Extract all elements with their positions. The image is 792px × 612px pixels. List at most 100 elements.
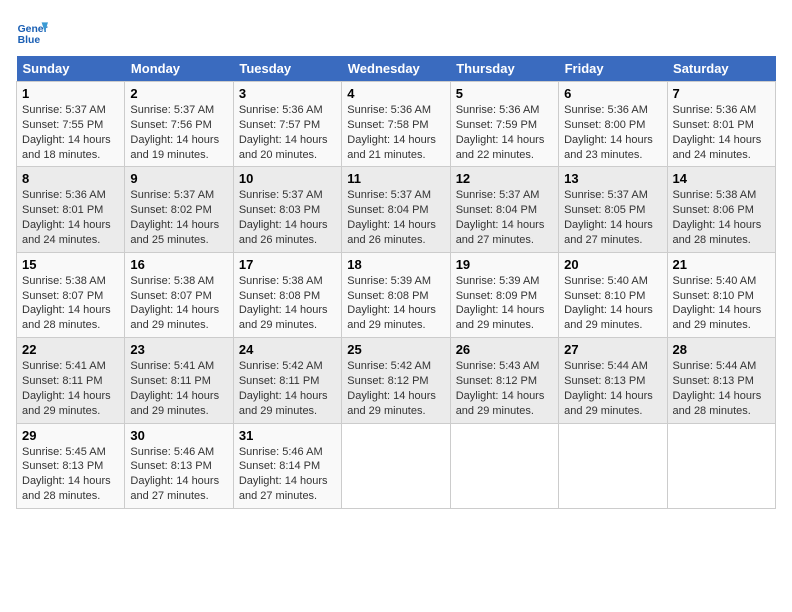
sunrise-label: Sunrise: 5:37 AM <box>239 189 323 201</box>
sunrise-label: Sunrise: 5:36 AM <box>456 104 540 116</box>
day-number: 25 <box>347 342 444 357</box>
day-number: 26 <box>456 342 553 357</box>
daylight-label: Daylight: 14 hours and 24 minutes. <box>22 219 111 246</box>
daylight-label: Daylight: 14 hours and 29 minutes. <box>456 304 545 331</box>
daylight-label: Daylight: 14 hours and 28 minutes. <box>22 475 111 502</box>
calendar-cell: 17 Sunrise: 5:38 AM Sunset: 8:08 PM Dayl… <box>233 252 341 337</box>
day-number: 24 <box>239 342 336 357</box>
header-day-friday: Friday <box>559 56 667 82</box>
sunset-label: Sunset: 8:12 PM <box>456 375 537 387</box>
sunset-label: Sunset: 8:03 PM <box>239 204 320 216</box>
sunset-label: Sunset: 8:04 PM <box>347 204 428 216</box>
daylight-label: Daylight: 14 hours and 29 minutes. <box>564 304 653 331</box>
calendar-week-row: 22 Sunrise: 5:41 AM Sunset: 8:11 PM Dayl… <box>17 338 776 423</box>
daylight-label: Daylight: 14 hours and 23 minutes. <box>564 134 653 161</box>
sunrise-label: Sunrise: 5:36 AM <box>673 104 757 116</box>
day-number: 12 <box>456 171 553 186</box>
calendar-cell: 10 Sunrise: 5:37 AM Sunset: 8:03 PM Dayl… <box>233 167 341 252</box>
sunset-label: Sunset: 8:13 PM <box>564 375 645 387</box>
day-number: 29 <box>22 428 119 443</box>
calendar-cell: 28 Sunrise: 5:44 AM Sunset: 8:13 PM Dayl… <box>667 338 775 423</box>
day-info: Sunrise: 5:36 AM Sunset: 8:00 PM Dayligh… <box>564 103 661 162</box>
day-number: 16 <box>130 257 227 272</box>
sunset-label: Sunset: 8:09 PM <box>456 290 537 302</box>
daylight-label: Daylight: 14 hours and 27 minutes. <box>239 475 328 502</box>
sunrise-label: Sunrise: 5:39 AM <box>347 275 431 287</box>
daylight-label: Daylight: 14 hours and 27 minutes. <box>456 219 545 246</box>
sunrise-label: Sunrise: 5:37 AM <box>347 189 431 201</box>
calendar-cell: 25 Sunrise: 5:42 AM Sunset: 8:12 PM Dayl… <box>342 338 450 423</box>
sunrise-label: Sunrise: 5:38 AM <box>673 189 757 201</box>
sunset-label: Sunset: 8:10 PM <box>564 290 645 302</box>
day-number: 27 <box>564 342 661 357</box>
sunrise-label: Sunrise: 5:38 AM <box>239 275 323 287</box>
day-info: Sunrise: 5:36 AM Sunset: 8:01 PM Dayligh… <box>22 188 119 247</box>
calendar-cell: 6 Sunrise: 5:36 AM Sunset: 8:00 PM Dayli… <box>559 82 667 167</box>
day-number: 2 <box>130 86 227 101</box>
sunrise-label: Sunrise: 5:46 AM <box>239 446 323 458</box>
day-info: Sunrise: 5:46 AM Sunset: 8:13 PM Dayligh… <box>130 445 227 504</box>
sunrise-label: Sunrise: 5:44 AM <box>673 360 757 372</box>
daylight-label: Daylight: 14 hours and 28 minutes. <box>673 390 762 417</box>
calendar-cell: 18 Sunrise: 5:39 AM Sunset: 8:08 PM Dayl… <box>342 252 450 337</box>
daylight-label: Daylight: 14 hours and 25 minutes. <box>130 219 219 246</box>
calendar-cell: 22 Sunrise: 5:41 AM Sunset: 8:11 PM Dayl… <box>17 338 125 423</box>
sunset-label: Sunset: 7:57 PM <box>239 119 320 131</box>
day-info: Sunrise: 5:36 AM Sunset: 8:01 PM Dayligh… <box>673 103 770 162</box>
daylight-label: Daylight: 14 hours and 29 minutes. <box>564 390 653 417</box>
calendar-cell: 14 Sunrise: 5:38 AM Sunset: 8:06 PM Dayl… <box>667 167 775 252</box>
header-day-thursday: Thursday <box>450 56 558 82</box>
calendar-cell <box>450 423 558 508</box>
daylight-label: Daylight: 14 hours and 18 minutes. <box>22 134 111 161</box>
daylight-label: Daylight: 14 hours and 28 minutes. <box>22 304 111 331</box>
sunrise-label: Sunrise: 5:42 AM <box>239 360 323 372</box>
calendar-cell: 23 Sunrise: 5:41 AM Sunset: 8:11 PM Dayl… <box>125 338 233 423</box>
day-number: 10 <box>239 171 336 186</box>
calendar-week-row: 8 Sunrise: 5:36 AM Sunset: 8:01 PM Dayli… <box>17 167 776 252</box>
sunset-label: Sunset: 8:12 PM <box>347 375 428 387</box>
daylight-label: Daylight: 14 hours and 29 minutes. <box>456 390 545 417</box>
sunrise-label: Sunrise: 5:43 AM <box>456 360 540 372</box>
sunset-label: Sunset: 8:07 PM <box>22 290 103 302</box>
svg-text:Blue: Blue <box>18 35 41 46</box>
sunrise-label: Sunrise: 5:41 AM <box>130 360 214 372</box>
sunrise-label: Sunrise: 5:38 AM <box>22 275 106 287</box>
sunset-label: Sunset: 8:05 PM <box>564 204 645 216</box>
day-info: Sunrise: 5:38 AM Sunset: 8:07 PM Dayligh… <box>22 274 119 333</box>
day-info: Sunrise: 5:42 AM Sunset: 8:12 PM Dayligh… <box>347 359 444 418</box>
sunrise-label: Sunrise: 5:37 AM <box>22 104 106 116</box>
day-number: 7 <box>673 86 770 101</box>
sunrise-label: Sunrise: 5:41 AM <box>22 360 106 372</box>
calendar-cell: 3 Sunrise: 5:36 AM Sunset: 7:57 PM Dayli… <box>233 82 341 167</box>
day-number: 14 <box>673 171 770 186</box>
calendar-cell: 9 Sunrise: 5:37 AM Sunset: 8:02 PM Dayli… <box>125 167 233 252</box>
day-number: 28 <box>673 342 770 357</box>
daylight-label: Daylight: 14 hours and 24 minutes. <box>673 134 762 161</box>
day-info: Sunrise: 5:46 AM Sunset: 8:14 PM Dayligh… <box>239 445 336 504</box>
daylight-label: Daylight: 14 hours and 29 minutes. <box>130 390 219 417</box>
sunrise-label: Sunrise: 5:39 AM <box>456 275 540 287</box>
sunset-label: Sunset: 8:02 PM <box>130 204 211 216</box>
daylight-label: Daylight: 14 hours and 29 minutes. <box>673 304 762 331</box>
day-info: Sunrise: 5:41 AM Sunset: 8:11 PM Dayligh… <box>130 359 227 418</box>
day-number: 13 <box>564 171 661 186</box>
sunset-label: Sunset: 8:01 PM <box>22 204 103 216</box>
daylight-label: Daylight: 14 hours and 28 minutes. <box>673 219 762 246</box>
day-number: 22 <box>22 342 119 357</box>
daylight-label: Daylight: 14 hours and 29 minutes. <box>239 304 328 331</box>
calendar-cell: 5 Sunrise: 5:36 AM Sunset: 7:59 PM Dayli… <box>450 82 558 167</box>
day-number: 9 <box>130 171 227 186</box>
calendar-week-row: 29 Sunrise: 5:45 AM Sunset: 8:13 PM Dayl… <box>17 423 776 508</box>
sunrise-label: Sunrise: 5:37 AM <box>564 189 648 201</box>
sunset-label: Sunset: 8:06 PM <box>673 204 754 216</box>
calendar-cell: 1 Sunrise: 5:37 AM Sunset: 7:55 PM Dayli… <box>17 82 125 167</box>
calendar-cell: 2 Sunrise: 5:37 AM Sunset: 7:56 PM Dayli… <box>125 82 233 167</box>
sunset-label: Sunset: 8:08 PM <box>347 290 428 302</box>
day-number: 20 <box>564 257 661 272</box>
calendar-cell: 15 Sunrise: 5:38 AM Sunset: 8:07 PM Dayl… <box>17 252 125 337</box>
day-number: 4 <box>347 86 444 101</box>
sunrise-label: Sunrise: 5:40 AM <box>673 275 757 287</box>
calendar-cell: 12 Sunrise: 5:37 AM Sunset: 8:04 PM Dayl… <box>450 167 558 252</box>
day-number: 15 <box>22 257 119 272</box>
daylight-label: Daylight: 14 hours and 29 minutes. <box>347 304 436 331</box>
